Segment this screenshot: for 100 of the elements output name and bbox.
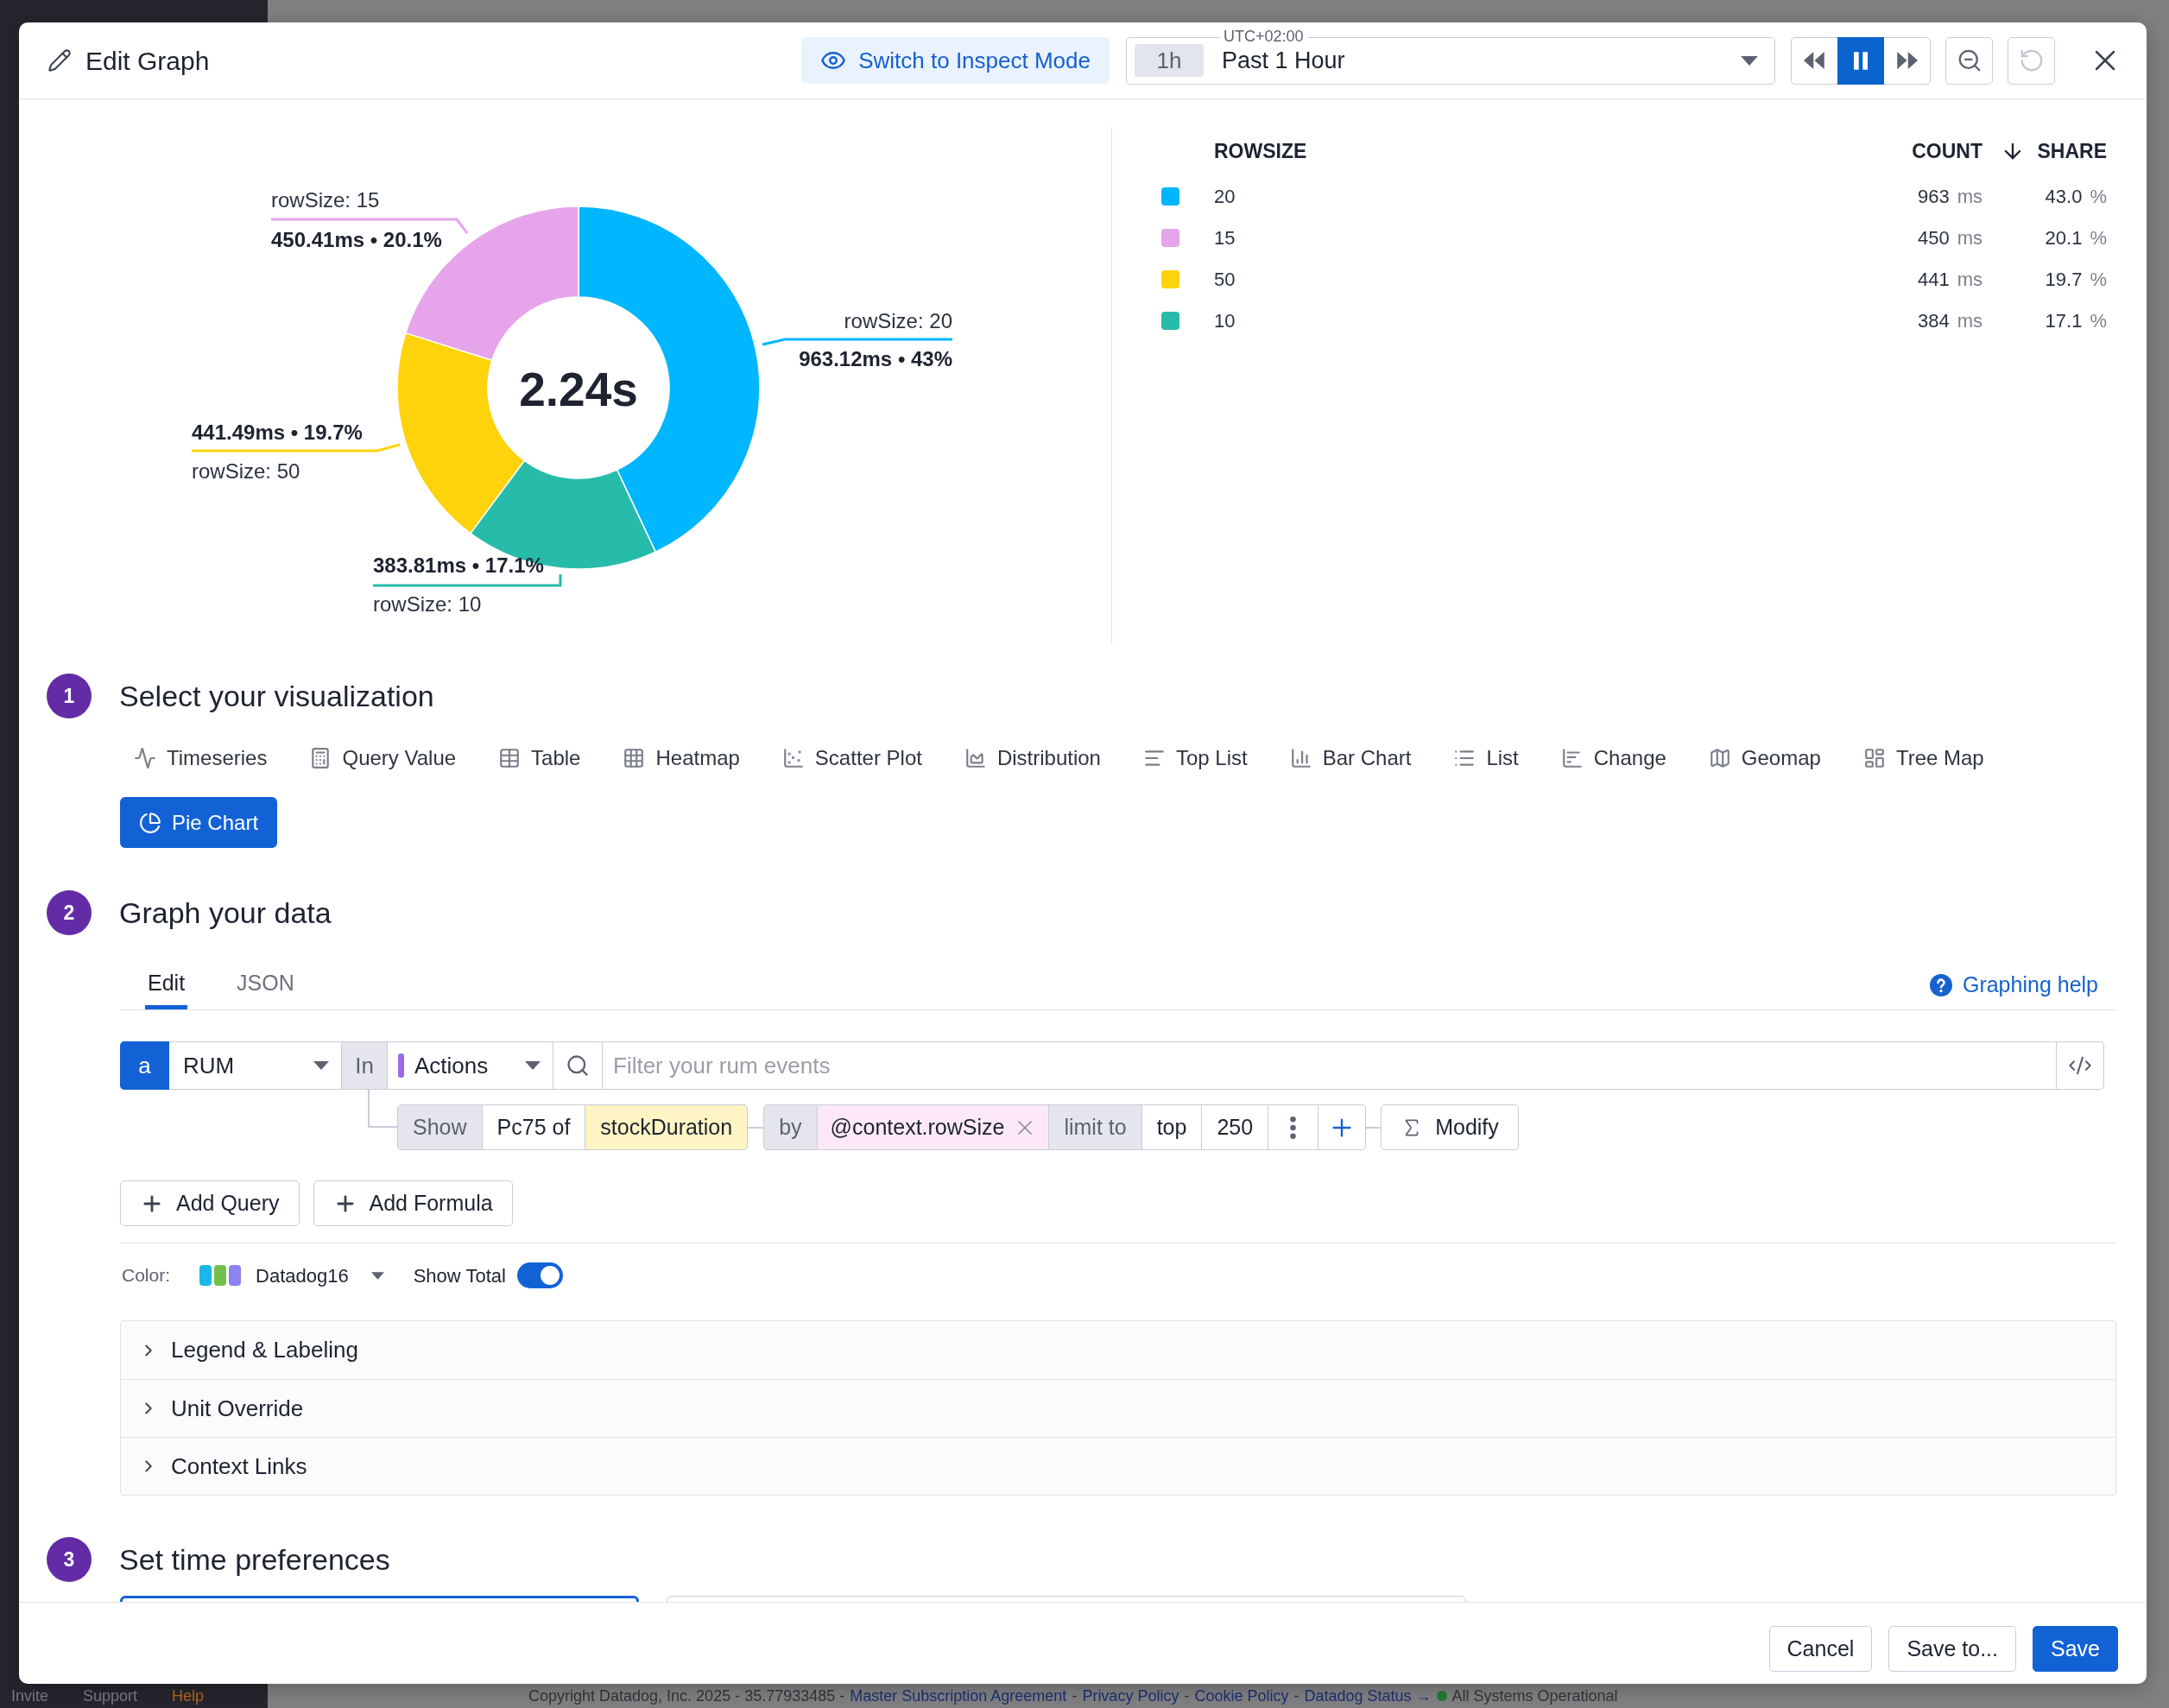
visualization-option[interactable]: Tree Map — [1849, 741, 1998, 775]
search-field[interactable]: Filter your rum events — [603, 1041, 2057, 1090]
caret-icon — [1741, 55, 1758, 66]
scatter-plot-icon — [781, 747, 805, 769]
rewind-icon — [1804, 52, 1825, 69]
help-icon — [1929, 974, 1952, 996]
in-label: In — [342, 1041, 388, 1090]
step-title: Select your visualization — [119, 678, 434, 714]
more-options-button[interactable] — [1268, 1104, 1319, 1150]
slice-name-label: rowSize: 15 — [271, 187, 380, 212]
unit-label: % — [2090, 267, 2107, 292]
add-clause-button[interactable] — [1318, 1104, 1367, 1150]
vertical-dots-icon — [1290, 1116, 1297, 1139]
fast-forward-button[interactable] — [1884, 36, 1931, 85]
measure-field[interactable]: stockDuration — [585, 1104, 749, 1150]
pause-button[interactable] — [1837, 36, 1884, 85]
visualization-option[interactable]: Timeseries — [120, 741, 281, 775]
clause-label: limit to — [1049, 1104, 1142, 1150]
modify-button[interactable]: Modify — [1381, 1104, 1519, 1150]
pie-chart-icon — [139, 811, 161, 834]
legend-label: 20 — [1214, 184, 1236, 209]
slice-value-label: 441.49ms • 19.7% — [192, 420, 363, 444]
legend-share: 19.7 — [2045, 267, 2083, 292]
status-text: All Systems Operational — [1451, 1686, 1618, 1706]
step-title: Set time preferences — [119, 1541, 390, 1578]
visualization-option[interactable]: Bar Chart — [1275, 741, 1426, 775]
add-button[interactable]: Add Formula — [313, 1180, 513, 1226]
grid-icon — [623, 747, 646, 769]
query-letter-badge: a — [120, 1041, 169, 1090]
event-type-dropdown[interactable]: Actions — [388, 1041, 553, 1090]
secondary-button[interactable]: Cancel — [1768, 1626, 1873, 1672]
secondary-button[interactable]: Save to... — [1888, 1626, 2016, 1672]
graphing-help-link[interactable]: Graphing help — [1962, 969, 2098, 1002]
unit-label: % — [2090, 184, 2107, 209]
column-header[interactable]: COUNT — [1912, 136, 1982, 167]
column-header[interactable]: ROWSIZE — [1214, 136, 1307, 167]
caret-icon — [370, 1271, 384, 1280]
clause-label: by — [763, 1104, 818, 1150]
visualization-option[interactable]: Heatmap — [609, 741, 754, 775]
visualization-option[interactable]: Table — [484, 741, 595, 775]
unit-label: ms — [1957, 308, 1982, 333]
visualization-option[interactable]: List — [1439, 741, 1533, 775]
area-chart-icon — [964, 747, 987, 769]
group-by-tag[interactable]: @context.rowSize — [817, 1104, 1050, 1150]
clause-value[interactable]: top — [1141, 1104, 1203, 1150]
slice-name-label: rowSize: 20 — [844, 308, 952, 332]
visualization-option[interactable]: Top List — [1129, 741, 1262, 775]
visualization-option[interactable]: Query Value — [295, 741, 471, 775]
accordion-row[interactable]: Legend & Labeling — [121, 1321, 2115, 1379]
add-button[interactable]: Add Query — [120, 1180, 300, 1226]
legend-label: 50 — [1214, 267, 1236, 292]
rewind-button[interactable] — [1791, 36, 1837, 85]
step-number: 1 — [47, 674, 92, 718]
map-icon — [1708, 747, 1731, 769]
save-button[interactable]: Save — [2033, 1626, 2118, 1672]
legend-count: 963 — [1917, 184, 1950, 209]
footer-text: Copyright Datadog, Inc. 2025 - 35.77933485 - — [528, 1686, 845, 1706]
visualization-option[interactable]: Change — [1546, 741, 1680, 775]
column-header[interactable]: SHARE — [2037, 136, 2107, 167]
color-bar-icon — [398, 1053, 404, 1078]
legend-share: 17.1 — [2045, 308, 2083, 333]
tab[interactable]: JSON — [234, 961, 297, 1009]
visualization-option[interactable]: Distribution — [950, 741, 1115, 775]
legend-share: 20.1 — [2045, 225, 2083, 250]
unit-label: % — [2090, 225, 2107, 250]
table-icon — [498, 747, 522, 769]
code-toggle-button[interactable] — [2057, 1041, 2104, 1090]
legend-share: 43.0 — [2045, 184, 2083, 209]
zoom-out-button[interactable] — [1945, 36, 1993, 85]
clause-value[interactable]: Pc75 of — [482, 1104, 586, 1150]
total-value: 2.24s — [519, 363, 638, 416]
time-shortcut-badge: 1h — [1135, 44, 1204, 77]
footer-text: - — [1293, 1686, 1300, 1706]
legend-count: 384 — [1917, 308, 1950, 333]
visualization-option[interactable]: Scatter Plot — [768, 741, 936, 775]
visualization-option[interactable]: Geomap — [1694, 741, 1835, 775]
show-total-toggle[interactable] — [516, 1262, 563, 1288]
unit-label: ms — [1957, 184, 1982, 209]
accordion-row[interactable]: Context Links — [121, 1437, 2115, 1495]
accordion-row[interactable]: Unit Override — [121, 1379, 2115, 1437]
step-title: Graph your data — [119, 895, 332, 931]
unit-label: ms — [1957, 225, 1982, 250]
visualization-option[interactable]: Pie Chart — [120, 797, 278, 848]
tab[interactable]: Edit — [145, 961, 188, 1009]
inspect-mode-button[interactable]: Switch to Inspect Mode — [801, 37, 1110, 84]
footer-text: - — [1072, 1686, 1078, 1706]
data-source-dropdown[interactable]: RUM — [169, 1041, 342, 1090]
slice-name-label: rowSize: 50 — [192, 459, 300, 483]
time-range-value: Past 1 Hour — [1222, 46, 1346, 75]
show-total-label: Show Total — [413, 1263, 506, 1288]
sidebar-link[interactable]: Invite — [11, 1686, 49, 1706]
dashboard-layout-icon — [1862, 747, 1886, 769]
palette-dropdown[interactable]: Datadog16 — [199, 1261, 384, 1290]
slice-value-label: 963.12ms • 43% — [799, 346, 952, 370]
clause-label: Show — [397, 1104, 483, 1150]
bar-chart-icon — [1289, 747, 1312, 769]
step-number: 2 — [47, 890, 92, 935]
footer-text: - — [1184, 1686, 1190, 1706]
clause-value[interactable]: 250 — [1202, 1104, 1269, 1150]
slice-name-label: rowSize: 10 — [373, 591, 482, 616]
